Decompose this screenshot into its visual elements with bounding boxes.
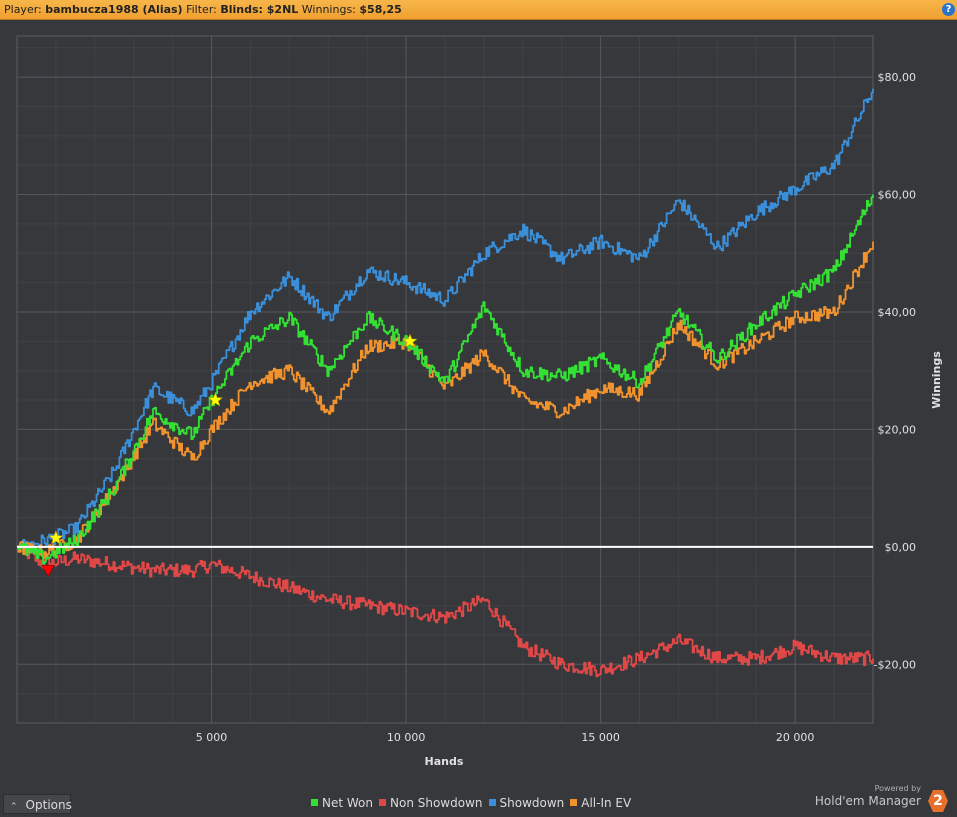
winnings-label: Winnings: [301, 3, 356, 16]
winnings-value: $58,25 [359, 3, 402, 16]
options-button[interactable]: ⌃ Options [3, 794, 72, 814]
chart-legend: Net Won Non Showdown Showdown All-In EV [311, 796, 637, 810]
winnings-chart: 5 000 10 000 15 000 20 000 $80,00 $60,00 $40,… [0, 21, 957, 791]
chevron-up-icon: ⌃ [10, 802, 18, 812]
legend-item: All-In EV [570, 796, 631, 810]
y-tick-label: $80,00 [878, 71, 917, 84]
brand-name: Hold'em Manager [814, 794, 921, 808]
powered-by-label: Powered by [874, 784, 921, 793]
legend-label: Net Won [322, 796, 373, 810]
legend-item: Net Won [311, 796, 373, 810]
y-tick-label: $20,00 [878, 423, 917, 436]
x-tick-label: 10 000 [387, 731, 426, 744]
legend-label: All-In EV [581, 796, 632, 810]
options-label: Options [25, 798, 72, 812]
legend-swatch [311, 799, 318, 806]
legend-swatch [570, 799, 578, 806]
y-tick-label: $60,00 [878, 189, 917, 202]
powered-by: Powered by Hold'em Manager [815, 784, 921, 808]
x-tick-label: 15 000 [581, 731, 620, 744]
x-tick-label: 20 000 [776, 731, 815, 744]
player-label: Player: [4, 3, 42, 16]
footer-bar: ⌃ Options Net Won Non Showdown Showdown All-… [0, 784, 957, 817]
y-tick-label: $0,00 [885, 541, 917, 554]
legend-swatch [488, 799, 496, 806]
legend-label: Non Showdown [390, 796, 483, 810]
chart-background [0, 21, 957, 791]
filter-value: Blinds: $2NL [220, 3, 299, 16]
header-bar: Player: bambucza1988 (Alias) Filter: Bli… [0, 0, 957, 20]
x-tick-label: 5 000 [196, 731, 228, 744]
legend-label: Showdown [499, 796, 565, 810]
legend-swatch [379, 799, 386, 806]
y-tick-label: -$20,00 [874, 658, 916, 671]
player-value: bambucza1988 (Alias) [45, 3, 183, 16]
y-axis-label: Winnings [930, 351, 943, 409]
hm2-logo-icon: 2 [928, 790, 948, 812]
filter-label: Filter: [186, 3, 217, 16]
legend-item: Non Showdown [379, 796, 483, 810]
y-tick-label: $40,00 [878, 306, 917, 319]
x-axis-label: Hands [425, 755, 464, 768]
legend-item: Showdown [488, 796, 565, 810]
help-icon[interactable]: ? [942, 3, 955, 16]
